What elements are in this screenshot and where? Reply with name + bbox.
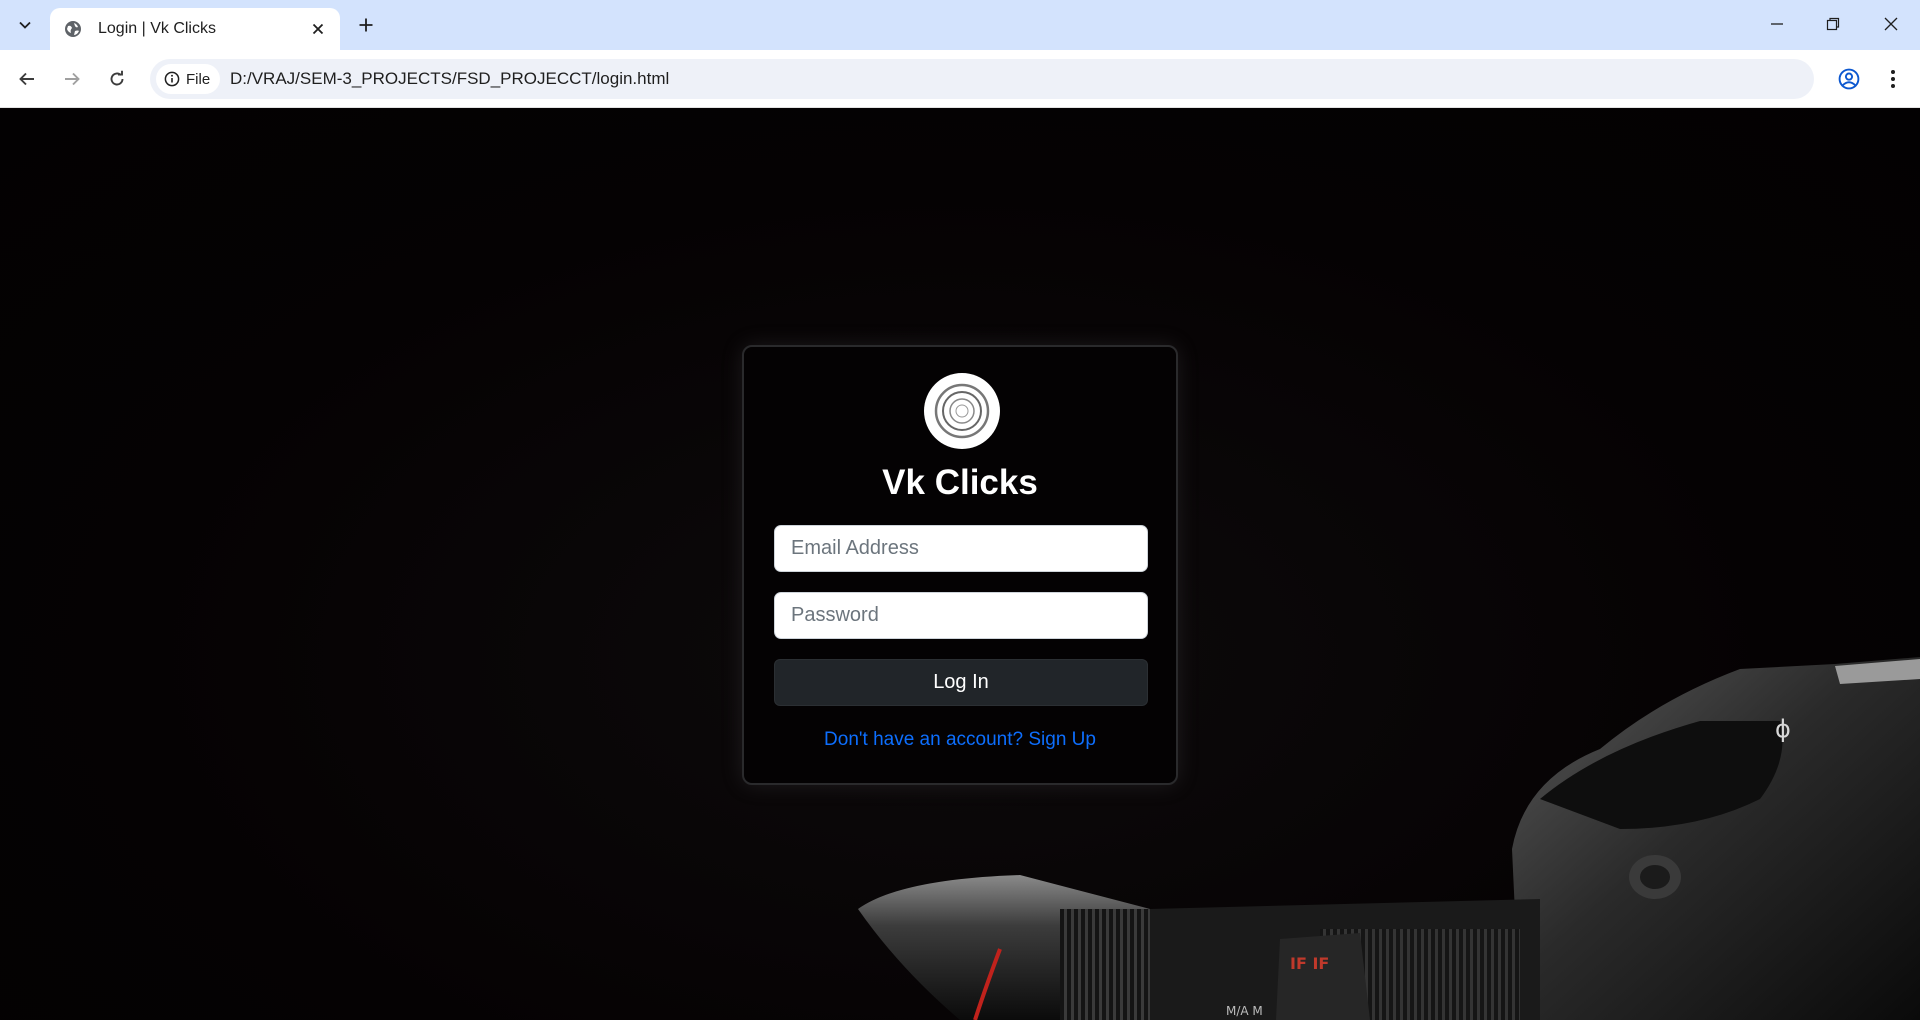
password-field[interactable] — [774, 592, 1148, 639]
reload-button[interactable] — [100, 62, 134, 96]
svg-text:ϕ: ϕ — [1775, 715, 1791, 743]
minimize-button[interactable] — [1757, 8, 1797, 40]
close-icon — [1884, 17, 1898, 31]
plus-icon — [359, 18, 373, 32]
reload-icon — [110, 70, 124, 86]
svg-text:M/A M: M/A M — [1226, 1004, 1263, 1018]
new-tab-button[interactable] — [352, 11, 380, 39]
restore-icon — [1826, 17, 1840, 31]
minimize-icon — [1771, 23, 1783, 25]
browser-tab[interactable]: Login | Vk Clicks — [50, 8, 340, 50]
browser-titlebar: Login | Vk Clicks — [0, 0, 1920, 50]
signup-link[interactable]: Don't have an account? Sign Up — [744, 729, 1176, 751]
kebab-menu-icon — [1891, 70, 1895, 88]
camera-lens-logo-icon — [934, 383, 990, 439]
site-chip-label: File — [186, 70, 211, 88]
forward-button[interactable] — [55, 62, 89, 96]
email-field[interactable] — [774, 525, 1148, 572]
browser-toolbar: File D:/VRAJ/SEM-3_PROJECTS/FSD_PROJECCT… — [0, 50, 1920, 108]
profile-button[interactable] — [1832, 62, 1866, 96]
brand-logo — [924, 373, 1000, 449]
back-arrow-icon — [19, 72, 34, 86]
back-button[interactable] — [10, 62, 44, 96]
restore-button[interactable] — [1813, 8, 1853, 40]
globe-icon — [64, 20, 82, 38]
info-icon — [164, 71, 180, 87]
close-icon — [312, 23, 324, 35]
tab-search-button[interactable] — [10, 10, 40, 40]
tab-title: Login | Vk Clicks — [98, 20, 216, 37]
login-card: Vk Clicks Log In Don't have an account? … — [742, 345, 1178, 785]
address-bar[interactable]: File D:/VRAJ/SEM-3_PROJECTS/FSD_PROJECCT… — [150, 59, 1814, 99]
login-button[interactable]: Log In — [774, 659, 1148, 706]
login-page: ϕ IF IF M/A M Vk Clicks Log In Don't hav… — [0, 109, 1920, 1020]
profile-icon — [1838, 68, 1860, 90]
brand-title: Vk Clicks — [882, 463, 1038, 502]
forward-arrow-icon — [65, 72, 80, 86]
tab-search-icon — [19, 21, 31, 29]
tab-close-button[interactable] — [306, 17, 330, 41]
browser-menu-button[interactable] — [1876, 62, 1910, 96]
window-close-button[interactable] — [1871, 8, 1911, 40]
site-info-chip[interactable]: File — [156, 64, 221, 94]
svg-text:IF IF: IF IF — [1290, 954, 1329, 973]
url-text[interactable]: D:/VRAJ/SEM-3_PROJECTS/FSD_PROJECCT/logi… — [230, 69, 669, 89]
